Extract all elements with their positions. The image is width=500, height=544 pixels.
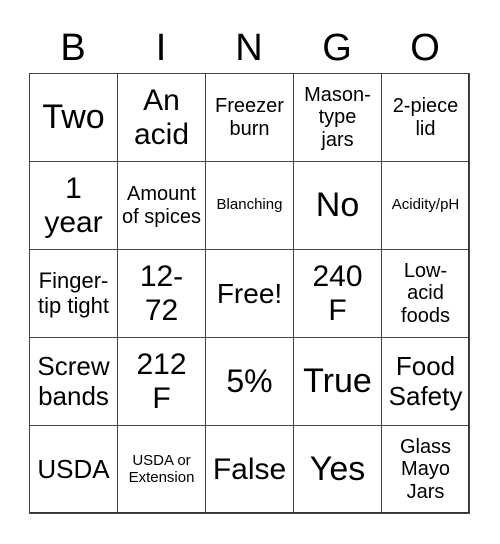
header-letter-o: O [410, 27, 440, 69]
header-letter-n: N [235, 27, 263, 69]
cell-label: Blanching [216, 196, 283, 214]
cell-label: Acidity/pH [391, 196, 460, 214]
cell-label: An acid [133, 83, 190, 151]
cell-label: 212 F [136, 347, 187, 415]
bingo-cell[interactable]: Amount of spices [117, 161, 206, 250]
bingo-cell[interactable]: 212 F [117, 337, 206, 426]
cell-label: 12-72 [139, 259, 184, 327]
bingo-cell[interactable]: False [205, 425, 294, 514]
cell-label: False [212, 452, 287, 486]
cell-label: Amount of spices [122, 183, 201, 228]
bingo-cell[interactable]: Finger-tip tight [29, 249, 118, 338]
bingo-cell[interactable]: USDA [29, 425, 118, 514]
cell-label: Free! [216, 277, 283, 309]
bingo-cell[interactable]: An acid [117, 73, 206, 162]
cell-label: Food Safety [388, 351, 463, 411]
cell-label: Yes [309, 450, 366, 489]
bingo-cell[interactable]: Low-acid foods [381, 249, 470, 338]
cell-label: Screw bands [37, 351, 110, 411]
bingo-grid: Two An acid Freezer burn Mason-type jars 2-p… [29, 73, 470, 514]
cell-label: Glass Mayo Jars [399, 435, 452, 503]
header-letter-g: G [322, 27, 352, 69]
cell-label: 240 F [312, 259, 363, 327]
cell-label: USDA [37, 453, 110, 484]
header-letter-i: I [155, 27, 167, 69]
bingo-cell[interactable]: 12-72 [117, 249, 206, 338]
bingo-cell[interactable]: Blanching [205, 161, 294, 250]
cell-label: Low-acid foods [401, 259, 450, 327]
bingo-cell[interactable]: No [293, 161, 382, 250]
cell-label: Freezer burn [215, 95, 284, 140]
cell-label: 1 year [44, 171, 103, 239]
bingo-cell[interactable]: 2-piece lid [381, 73, 470, 162]
bingo-cell[interactable]: True [293, 337, 382, 426]
header-letter-b: B [60, 27, 86, 69]
cell-label: Two [42, 98, 105, 137]
bingo-cell[interactable]: Two [29, 73, 118, 162]
bingo-cell[interactable]: USDA or Extension [117, 425, 206, 514]
bingo-cell[interactable]: Acidity/pH [381, 161, 470, 250]
cell-label: 5% [226, 362, 273, 399]
bingo-cell[interactable]: Screw bands [29, 337, 118, 426]
cell-label: Mason-type jars [304, 83, 371, 151]
cell-label: No [315, 186, 360, 225]
bingo-cell[interactable]: Mason-type jars [293, 73, 382, 162]
cell-label: True [303, 362, 372, 401]
bingo-cell[interactable]: Yes [293, 425, 382, 514]
bingo-cell[interactable]: 240 F [293, 249, 382, 338]
cell-label: 2-piece lid [392, 95, 459, 140]
bingo-cell[interactable]: Glass Mayo Jars [381, 425, 470, 514]
bingo-cell[interactable]: 5% [205, 337, 294, 426]
bingo-cell[interactable]: Food Safety [381, 337, 470, 426]
cell-label: USDA or Extension [128, 451, 195, 486]
bingo-header: B I N G O [29, 22, 469, 74]
bingo-cell[interactable]: Freezer burn [205, 73, 294, 162]
bingo-cell[interactable]: Free! [205, 249, 294, 338]
bingo-cell[interactable]: 1 year [29, 161, 118, 250]
cell-label: Finger-tip tight [38, 267, 109, 318]
